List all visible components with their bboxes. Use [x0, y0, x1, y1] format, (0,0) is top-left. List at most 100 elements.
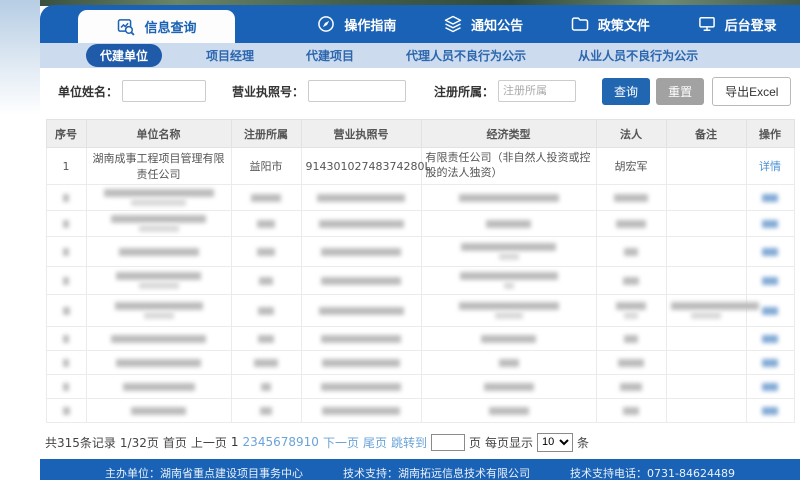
next-page-link[interactable]: 下一页: [323, 434, 359, 451]
redacted-cell: [86, 237, 231, 267]
jump-unit-label: 页: [469, 434, 481, 451]
detail-link[interactable]: 详情: [759, 160, 781, 173]
redacted-cell: [596, 351, 666, 375]
per-page-select[interactable]: 10: [537, 433, 573, 452]
redacted-cell: [596, 237, 666, 267]
redacted-cell: [86, 375, 231, 399]
redacted-cell: [421, 399, 596, 423]
page-link-8[interactable]: 8: [288, 435, 296, 449]
column-header: 注册所属: [231, 120, 301, 148]
redacted-action-cell[interactable]: [746, 327, 794, 351]
redacted-cell: [421, 211, 596, 237]
subnav-item-project-managers[interactable]: 项目经理: [206, 47, 254, 64]
redacted-cell: [231, 185, 301, 211]
table-cell-action: 详情: [746, 148, 794, 185]
redacted-action-cell[interactable]: [746, 351, 794, 375]
unit-name-input[interactable]: [122, 80, 206, 102]
redacted-cell: [596, 375, 666, 399]
redacted-action-cell[interactable]: [746, 185, 794, 211]
page-link-5[interactable]: 5: [265, 435, 273, 449]
monitor-icon: [697, 14, 717, 34]
table-header-row: 序号单位名称注册所属营业执照号经济类型法人备注操作: [46, 120, 794, 148]
jump-page-input[interactable]: [431, 434, 465, 451]
table-cell: [666, 148, 746, 185]
license-input[interactable]: [308, 80, 406, 102]
redacted-cell: [666, 211, 746, 237]
nav-tab-label: 操作指南: [344, 15, 396, 34]
redacted-cell: [301, 211, 421, 237]
redacted-cell: [46, 237, 86, 267]
subnav-item-agent-projects[interactable]: 代建项目: [306, 47, 354, 64]
nav-tab-operation-guide[interactable]: 操作指南: [293, 5, 420, 43]
reset-button[interactable]: 重置: [656, 78, 704, 105]
current-page: 1: [231, 435, 239, 449]
first-page-link[interactable]: 首页: [163, 434, 187, 451]
subnav-item-agent-units[interactable]: 代建单位: [86, 44, 162, 67]
redacted-action-cell[interactable]: [746, 267, 794, 295]
results-table: 序号单位名称注册所属营业执照号经济类型法人备注操作1湖南成事工程项目管理有限责任…: [46, 119, 795, 423]
page-link-3[interactable]: 3: [250, 435, 258, 449]
compass-icon: [316, 14, 336, 34]
page-link-6[interactable]: 6: [273, 435, 281, 449]
page-link-9[interactable]: 9: [296, 435, 304, 449]
redacted-cell: [301, 351, 421, 375]
redacted-cell: [46, 375, 86, 399]
redacted-cell: [666, 185, 746, 211]
redacted-cell: [666, 351, 746, 375]
table-row: [46, 327, 794, 351]
table-row: [46, 351, 794, 375]
page: 信息查询 操作指南 通知公告 政策文件后台登录 代建单位 项目经理 代建项目 代理人员不良行…: [0, 0, 800, 480]
redacted-cell: [666, 237, 746, 267]
redacted-cell: [46, 185, 86, 211]
redacted-cell: [596, 295, 666, 327]
prev-page-link[interactable]: 上一页: [191, 434, 227, 451]
redacted-action-cell[interactable]: [746, 237, 794, 267]
column-header: 序号: [46, 120, 86, 148]
table-cell: 湖南成事工程项目管理有限责任公司: [86, 148, 231, 185]
column-header: 备注: [666, 120, 746, 148]
license-label: 营业执照号：: [232, 83, 304, 100]
table-cell: 益阳市: [231, 148, 301, 185]
nav-tab-policy-files[interactable]: 政策文件: [547, 5, 674, 43]
subnav-item-practitioner-misconduct[interactable]: 从业人员不良行为公示: [578, 47, 698, 64]
table-row: [46, 211, 794, 237]
layers-icon: [443, 14, 463, 34]
table-row: [46, 399, 794, 423]
nav-tab-label: 通知公告: [471, 15, 523, 34]
redacted-action-cell[interactable]: [746, 211, 794, 237]
footer-tech-phone: 技术支持电话：0731-84624489: [570, 465, 735, 480]
redacted-cell: [231, 399, 301, 423]
page-link-10[interactable]: 10: [304, 435, 319, 449]
redacted-cell: [421, 267, 596, 295]
table-row: [46, 295, 794, 327]
redacted-cell: [86, 327, 231, 351]
nav-tab-admin-login[interactable]: 后台登录: [673, 5, 800, 43]
region-input[interactable]: [498, 80, 576, 102]
redacted-action-cell[interactable]: [746, 399, 794, 423]
redacted-cell: [421, 375, 596, 399]
redacted-cell: [231, 295, 301, 327]
column-header: 单位名称: [86, 120, 231, 148]
main-container: 信息查询 操作指南 通知公告 政策文件后台登录 代建单位 项目经理 代建项目 代理人员不良行…: [40, 5, 800, 480]
region-label: 注册所属：: [434, 83, 494, 100]
redacted-cell: [421, 327, 596, 351]
nav-tab-notices[interactable]: 通知公告: [420, 5, 547, 43]
subnav-item-agent-staff-misconduct[interactable]: 代理人员不良行为公示: [406, 47, 526, 64]
redacted-cell: [86, 267, 231, 295]
column-header: 经济类型: [421, 120, 596, 148]
redacted-cell: [666, 295, 746, 327]
redacted-cell: [231, 375, 301, 399]
redacted-cell: [46, 351, 86, 375]
redacted-action-cell[interactable]: [746, 295, 794, 327]
export-excel-button[interactable]: 导出Excel: [712, 77, 791, 106]
last-page-link[interactable]: 尾页: [363, 434, 387, 451]
redacted-action-cell[interactable]: [746, 375, 794, 399]
redacted-cell: [231, 267, 301, 295]
redacted-cell: [231, 351, 301, 375]
query-button[interactable]: 查询: [602, 78, 650, 105]
nav-tab-info-query[interactable]: 信息查询: [78, 10, 235, 43]
redacted-cell: [421, 237, 596, 267]
chart-search-icon: [116, 17, 136, 37]
jump-to-label: 跳转到: [391, 434, 427, 451]
records-total: 共315条记录: [45, 434, 116, 451]
